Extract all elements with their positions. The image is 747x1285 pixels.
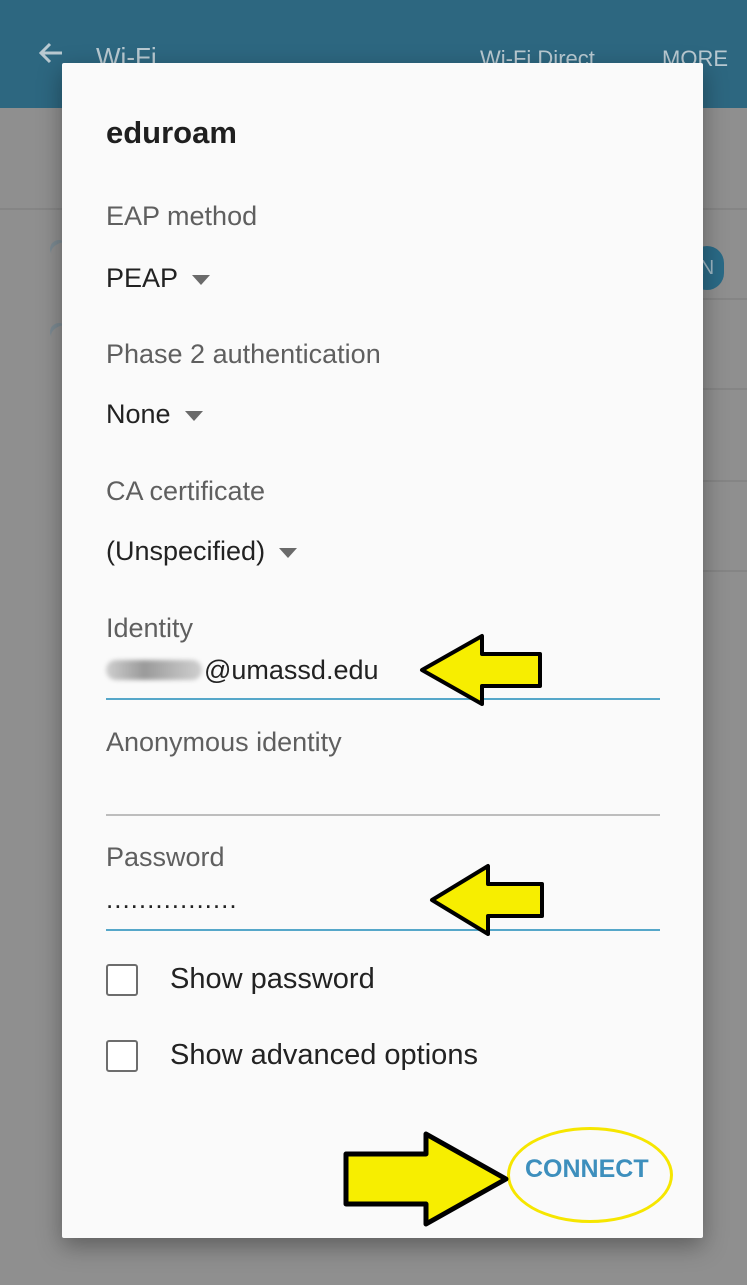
network-config-dialog: eduroam EAP method PEAP Phase 2 authenti… — [62, 63, 703, 1238]
dropdown-caret-icon — [192, 275, 211, 285]
identity-value: @umassd.edu — [204, 655, 379, 685]
divider — [700, 480, 747, 482]
divider — [700, 298, 747, 300]
ca-certificate-label: CA certificate — [106, 476, 266, 506]
identity-label: Identity — [106, 613, 194, 643]
anonymous-identity-value — [106, 768, 660, 808]
eap-method-value: PEAP — [106, 263, 179, 293]
password-underline — [106, 929, 660, 931]
divider — [700, 570, 747, 572]
show-advanced-row[interactable]: Show advanced options — [106, 1039, 478, 1072]
eap-method-label: EAP method — [106, 201, 258, 231]
redacted-username — [106, 660, 202, 680]
show-password-label: Show password — [170, 963, 375, 995]
show-password-checkbox[interactable] — [106, 963, 138, 996]
eap-method-select[interactable]: PEAP — [106, 263, 211, 294]
left-arrow-annotation-icon — [430, 864, 544, 936]
connect-button[interactable]: CONNECT — [525, 1155, 649, 1184]
phase2-label: Phase 2 authentication — [106, 339, 381, 369]
left-arrow-annotation-icon — [420, 634, 542, 706]
ca-certificate-value: (Unspecified) — [106, 536, 266, 566]
phase2-value: None — [106, 399, 171, 429]
identity-underline — [106, 698, 660, 700]
anonymous-identity-field[interactable] — [106, 768, 660, 816]
dialog-title: eduroam — [106, 115, 237, 150]
password-value: ................ — [106, 884, 238, 914]
phase2-select[interactable]: None — [106, 399, 203, 430]
ca-certificate-select[interactable]: (Unspecified) — [106, 536, 298, 567]
show-advanced-checkbox[interactable] — [106, 1039, 138, 1072]
divider — [700, 388, 747, 390]
show-password-row[interactable]: Show password — [106, 963, 375, 996]
dropdown-caret-icon — [184, 411, 203, 421]
identity-field[interactable]: @umassd.edu — [106, 650, 660, 700]
anonymous-identity-underline — [106, 814, 660, 816]
dropdown-caret-icon — [279, 548, 298, 558]
password-field[interactable]: ................ — [106, 879, 660, 931]
password-label: Password — [106, 842, 225, 872]
show-advanced-label: Show advanced options — [170, 1039, 478, 1071]
right-arrow-annotation-icon — [343, 1131, 509, 1227]
anonymous-identity-label: Anonymous identity — [106, 727, 342, 757]
